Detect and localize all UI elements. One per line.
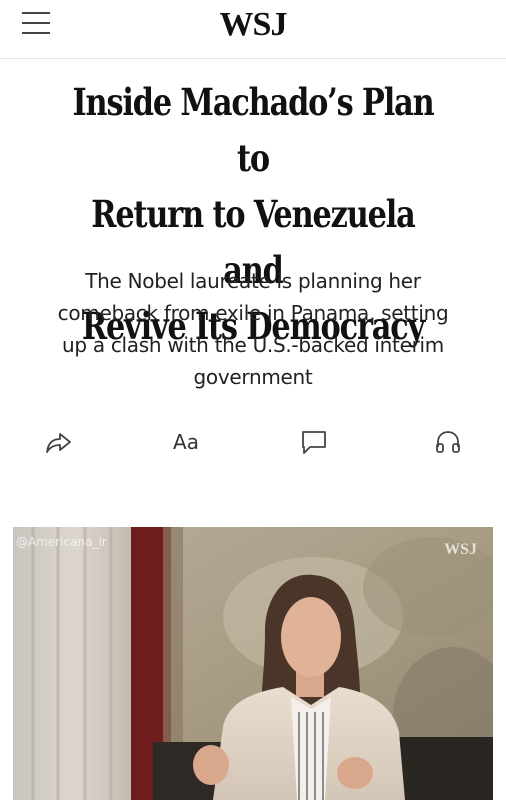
hero-photo-illustration: [13, 527, 493, 800]
article-dek: The Nobel laureate is planning her comeb…: [30, 265, 476, 393]
headphones-icon: [436, 431, 460, 453]
article-toolbar: Aa: [0, 424, 506, 464]
comment-icon: [302, 431, 326, 454]
share-button[interactable]: [38, 424, 78, 460]
dek-line: up a clash with the U.S.-backed interim: [62, 333, 444, 357]
top-navigation-bar: WSJ: [0, 0, 506, 59]
image-watermark: @Americana_ir: [16, 535, 107, 549]
dek-line: The Nobel laureate is planning her: [85, 269, 421, 293]
share-icon: [46, 433, 71, 453]
dek-line: comeback from exile in Panama, setting: [57, 301, 449, 325]
image-wsj-logo: WSJ: [444, 541, 477, 558]
article-hero-image[interactable]: @Americana_ir WSJ: [13, 527, 493, 800]
listen-button[interactable]: [428, 424, 468, 460]
comments-button[interactable]: [294, 424, 334, 460]
dek-line: government: [193, 365, 313, 389]
text-size-button[interactable]: Aa: [166, 424, 206, 460]
text-size-label: Aa: [173, 430, 199, 454]
headline-line: Inside Machado’s Plan to: [72, 80, 435, 180]
wsj-logo[interactable]: WSJ: [0, 6, 506, 44]
